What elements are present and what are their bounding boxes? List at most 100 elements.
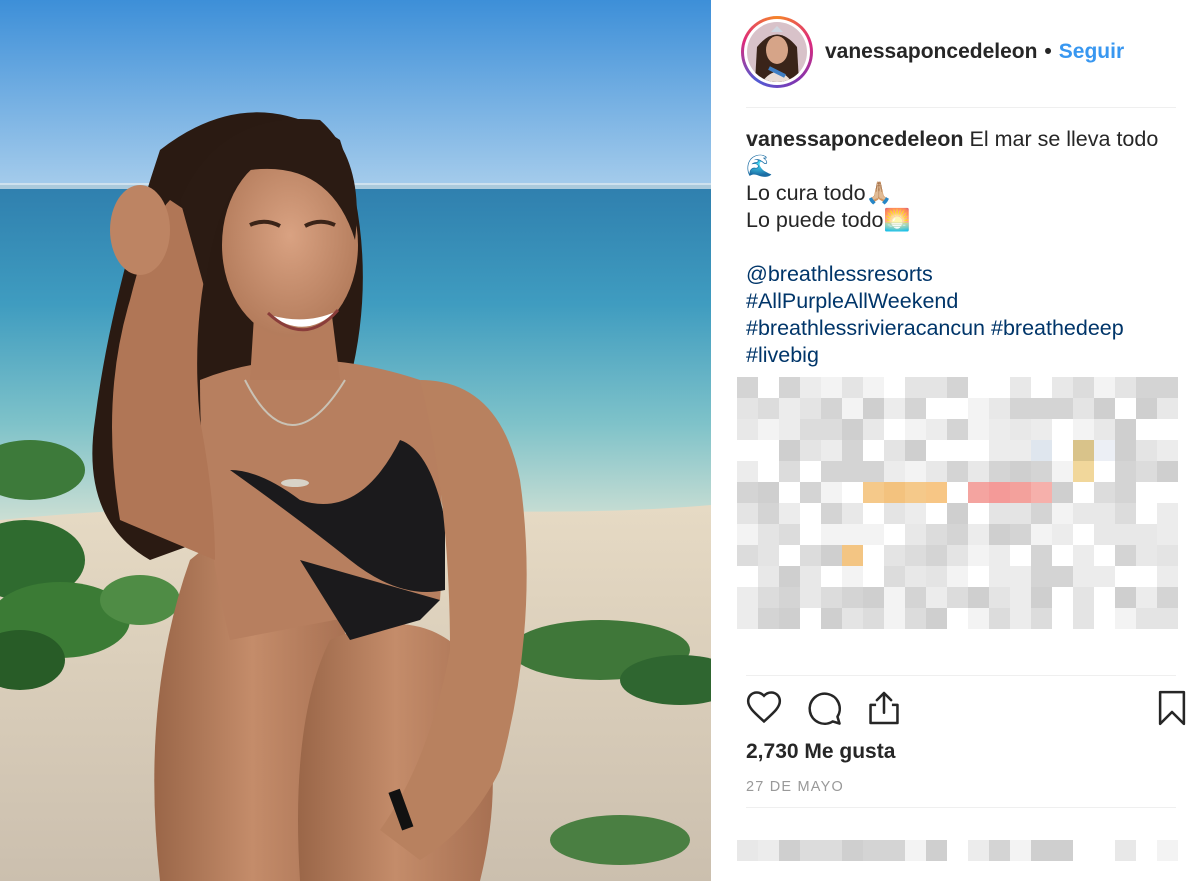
caption-emoji-wave: 🌊 <box>746 154 773 178</box>
pixel-tile <box>884 461 905 482</box>
pixel-tile <box>842 524 863 545</box>
post-header: vanessaponcedeleon • Seguir <box>741 14 1177 90</box>
likes-count[interactable]: 2,730 Me gusta <box>746 740 895 764</box>
caption-line-1: vanessaponcedeleon El mar se lleva todo <box>746 126 1176 153</box>
pixel-tile <box>842 377 863 398</box>
pixel-tile <box>800 545 821 566</box>
pixel-tile <box>1073 419 1094 440</box>
pixel-tile <box>1157 566 1178 587</box>
pixel-tile <box>926 608 947 629</box>
pixel-tile <box>947 503 968 524</box>
pixel-tile <box>800 840 821 861</box>
pixel-tile <box>821 482 842 503</box>
pixel-tile <box>968 524 989 545</box>
pixel-tile <box>779 377 800 398</box>
post-sidebar: vanessaponcedeleon • Seguir vanessaponce… <box>711 0 1200 881</box>
pixel-tile <box>758 840 779 861</box>
share-button[interactable] <box>864 688 904 728</box>
pixel-tile <box>926 840 947 861</box>
pixel-tile <box>1115 461 1136 482</box>
caption-username[interactable]: vanessaponcedeleon <box>746 127 963 151</box>
pixel-tile <box>884 608 905 629</box>
pixel-tile <box>926 377 947 398</box>
follow-button[interactable]: Seguir <box>1059 40 1124 64</box>
pixel-tile <box>905 482 926 503</box>
hashtag-link[interactable]: #AllPurpleAllWeekend <box>746 289 958 313</box>
pixel-tile <box>1115 524 1136 545</box>
share-icon <box>869 691 899 725</box>
pixel-tile <box>1073 461 1094 482</box>
hashtag-link[interactable]: #livebig <box>746 343 819 367</box>
pixel-tile <box>779 503 800 524</box>
pixel-tile <box>1157 440 1178 461</box>
pixel-tile <box>842 503 863 524</box>
pixel-tile <box>821 840 842 861</box>
mention-link[interactable]: @breathlessresorts <box>746 262 933 286</box>
pixelated-comments <box>737 377 1178 642</box>
pixel-tile <box>1094 482 1115 503</box>
post-photo[interactable] <box>0 0 711 881</box>
pixel-tile <box>884 398 905 419</box>
pixel-tile <box>863 377 884 398</box>
pixel-tile <box>926 419 947 440</box>
pixel-tile <box>1094 377 1115 398</box>
pixel-tile <box>758 482 779 503</box>
pixel-tile <box>926 545 947 566</box>
pixel-tile <box>1010 398 1031 419</box>
pixel-tile <box>737 461 758 482</box>
caption-mention-line: @breathlessresorts <box>746 261 1176 288</box>
pixel-tile <box>1094 419 1115 440</box>
like-button[interactable] <box>744 688 784 728</box>
pixel-tile <box>821 461 842 482</box>
pixel-tile <box>884 587 905 608</box>
comment-button[interactable] <box>804 688 844 728</box>
caption-emoji-sunrise: 🌅 <box>883 208 911 232</box>
pixel-tile <box>863 587 884 608</box>
hashtag-link[interactable]: #breathedeep <box>991 316 1124 340</box>
pixel-tile <box>1031 440 1052 461</box>
pixel-tile <box>1094 566 1115 587</box>
hashtag-link[interactable]: #breathlessrivieracancun <box>746 316 985 340</box>
pixel-tile <box>800 398 821 419</box>
pixel-tile <box>758 503 779 524</box>
pixel-tile <box>842 545 863 566</box>
pixel-tile <box>947 461 968 482</box>
pixel-tile <box>1157 398 1178 419</box>
avatar-image <box>747 22 807 82</box>
caption-line-3: Lo puede todo🌅 <box>746 207 1176 234</box>
pixel-tile <box>884 566 905 587</box>
save-button[interactable] <box>1152 688 1192 728</box>
bookmark-icon <box>1158 690 1186 726</box>
pixel-tile <box>1073 440 1094 461</box>
pixel-tile <box>1073 587 1094 608</box>
pixel-tile <box>842 587 863 608</box>
pixel-tile <box>1010 503 1031 524</box>
header-divider <box>746 107 1176 108</box>
pixel-tile <box>926 482 947 503</box>
pixelated-comment-input <box>737 840 1178 870</box>
pixel-tile <box>1010 461 1031 482</box>
pixel-tile <box>863 608 884 629</box>
post-date[interactable]: 27 DE MAYO <box>746 779 844 795</box>
pixel-tile <box>842 419 863 440</box>
pixel-tile <box>1031 587 1052 608</box>
pixel-tile <box>800 587 821 608</box>
pixel-tile <box>1115 440 1136 461</box>
pixel-tile <box>1031 524 1052 545</box>
header-username[interactable]: vanessaponcedeleon <box>825 40 1037 64</box>
heart-icon <box>746 691 782 724</box>
pixel-tile <box>989 524 1010 545</box>
pixel-tile <box>1157 524 1178 545</box>
pixel-tile <box>821 377 842 398</box>
pixel-tile <box>1136 398 1157 419</box>
pixel-tile <box>737 419 758 440</box>
pixel-tile <box>905 566 926 587</box>
pixel-tile <box>1115 482 1136 503</box>
pixel-tile <box>905 398 926 419</box>
pixel-tile <box>905 377 926 398</box>
pixel-tile <box>926 587 947 608</box>
avatar-story-ring[interactable] <box>741 16 813 88</box>
pixel-tile <box>758 566 779 587</box>
pixel-tile <box>737 377 758 398</box>
pixel-tile <box>947 545 968 566</box>
